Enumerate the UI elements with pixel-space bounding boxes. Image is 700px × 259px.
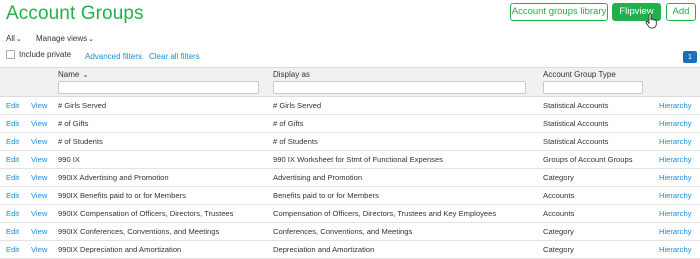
edit-link[interactable]: Edit xyxy=(6,191,19,200)
cell-display-as: # of Gifts xyxy=(273,119,304,128)
hierarchy-link[interactable]: Hierarchy xyxy=(659,137,692,146)
hierarchy-link[interactable]: Hierarchy xyxy=(659,191,692,200)
add-button[interactable]: Add xyxy=(666,3,696,21)
cell-display-as: Benefits paid to or for Members xyxy=(273,191,379,200)
cell-type: Category xyxy=(543,227,574,236)
table-row: Edit View 990IX Benefits paid to or for Me… xyxy=(0,187,700,205)
view-link[interactable]: View xyxy=(31,191,47,200)
cell-display-as: Conferences, Conventions, and Meetings xyxy=(273,227,413,236)
account-groups-library-button[interactable]: Account groups library xyxy=(510,3,608,21)
cell-type: Groups of Account Groups xyxy=(543,155,633,164)
name-filter-input[interactable] xyxy=(58,81,259,94)
view-link[interactable]: View xyxy=(31,119,47,128)
view-link[interactable]: View xyxy=(31,245,47,254)
clear-all-filters-link[interactable]: Clear all filters xyxy=(149,52,200,61)
edit-link[interactable]: Edit xyxy=(6,245,19,254)
cell-type: Statistical Accounts xyxy=(543,137,609,146)
table-row: Edit View 990IX Compensation of Officers, … xyxy=(0,205,700,223)
cell-name: # of Students xyxy=(58,137,103,146)
hierarchy-link[interactable]: Hierarchy xyxy=(659,173,692,182)
table-row: Edit View # of Gifts # of Gifts Statistical … xyxy=(0,115,700,133)
cell-name: 990IX Depreciation and Amortization xyxy=(58,245,182,254)
column-name-label: Name xyxy=(58,70,80,79)
cell-name: 990IX Benefits paid to or for Members xyxy=(58,191,186,200)
table-row: Edit View 990IX Advertising and Promotion A… xyxy=(0,169,700,187)
edit-link[interactable]: Edit xyxy=(6,119,19,128)
chevron-down-icon: ⌄ xyxy=(15,36,22,43)
display-as-filter-input[interactable] xyxy=(273,81,526,94)
edit-link[interactable]: Edit xyxy=(6,209,19,218)
include-private-label: Include private xyxy=(19,50,72,59)
page-title: Account Groups xyxy=(6,3,144,24)
hierarchy-link[interactable]: Hierarchy xyxy=(659,227,692,236)
table-row: Edit View # Girls Served # Girls Served Stat… xyxy=(0,97,700,115)
page-number-button[interactable]: 1 xyxy=(683,51,697,63)
cell-type: Statistical Accounts xyxy=(543,119,609,128)
table-row: Edit View 990IX Conferences, Conventions, … xyxy=(0,223,700,241)
view-link[interactable]: View xyxy=(31,101,47,110)
table-body: Edit View # Girls Served # Girls Served Stat… xyxy=(0,97,700,259)
cell-name: 990IX Advertising and Promotion xyxy=(58,173,169,182)
manage-views-dropdown[interactable]: Manage views⌄ xyxy=(36,34,94,43)
sort-chevron-icon: ⌄ xyxy=(82,72,89,79)
edit-link[interactable]: Edit xyxy=(6,101,19,110)
hierarchy-link[interactable]: Hierarchy xyxy=(659,209,692,218)
hierarchy-link[interactable]: Hierarchy xyxy=(659,119,692,128)
column-header-type[interactable]: Account Group Type xyxy=(543,70,616,79)
cell-display-as: # Girls Served xyxy=(273,101,322,110)
column-header-name[interactable]: Name ⌄ xyxy=(58,70,88,79)
hierarchy-link[interactable]: Hierarchy xyxy=(659,245,692,254)
table-row: Edit View # of Students # of Students Statis… xyxy=(0,133,700,151)
edit-link[interactable]: Edit xyxy=(6,173,19,182)
view-link[interactable]: View xyxy=(31,155,47,164)
cell-display-as: 990 IX Worksheet for Stmt of Functional … xyxy=(273,155,443,164)
view-select-label: All xyxy=(6,34,15,43)
type-filter-input[interactable] xyxy=(543,81,643,94)
view-link[interactable]: View xyxy=(31,227,47,236)
cell-name: 990 IX xyxy=(58,155,80,164)
cell-display-as: Advertising and Promotion xyxy=(273,173,363,182)
chevron-down-icon: ⌄ xyxy=(88,36,95,43)
cell-type: Category xyxy=(543,173,574,182)
edit-link[interactable]: Edit xyxy=(6,137,19,146)
edit-link[interactable]: Edit xyxy=(6,155,19,164)
view-link[interactable]: View xyxy=(31,137,47,146)
manage-views-label: Manage views xyxy=(36,34,88,43)
hierarchy-link[interactable]: Hierarchy xyxy=(659,155,692,164)
cell-type: Accounts xyxy=(543,209,575,218)
cell-name: # Girls Served xyxy=(58,101,107,110)
hand-cursor-icon xyxy=(645,13,657,29)
cell-display-as: # of Students xyxy=(273,137,318,146)
cell-name: 990IX Compensation of Officers, Director… xyxy=(58,209,234,218)
cell-name: # of Gifts xyxy=(58,119,89,128)
include-private-checkbox[interactable] xyxy=(6,50,15,59)
table-header: Name ⌄ Display as Account Group Type xyxy=(0,67,700,97)
edit-link[interactable]: Edit xyxy=(6,227,19,236)
cell-name: 990IX Conferences, Conventions, and Meet… xyxy=(58,227,220,236)
cell-display-as: Depreciation and Amortization xyxy=(273,245,375,254)
view-link[interactable]: View xyxy=(31,173,47,182)
cell-type: Accounts xyxy=(543,191,575,200)
hierarchy-link[interactable]: Hierarchy xyxy=(659,101,692,110)
column-header-display-as[interactable]: Display as xyxy=(273,70,310,79)
advanced-filters-link[interactable]: Advanced filters xyxy=(85,52,142,61)
table-row: Edit View 990IX Depreciation and Amortizat… xyxy=(0,241,700,259)
cell-type: Statistical Accounts xyxy=(543,101,609,110)
cell-display-as: Compensation of Officers, Directors, Tru… xyxy=(273,209,497,218)
cell-type: Category xyxy=(543,245,574,254)
view-link[interactable]: View xyxy=(31,209,47,218)
view-select[interactable]: All⌄ xyxy=(6,34,22,43)
table-row: Edit View 990 IX 990 IX Worksheet for Stmt … xyxy=(0,151,700,169)
